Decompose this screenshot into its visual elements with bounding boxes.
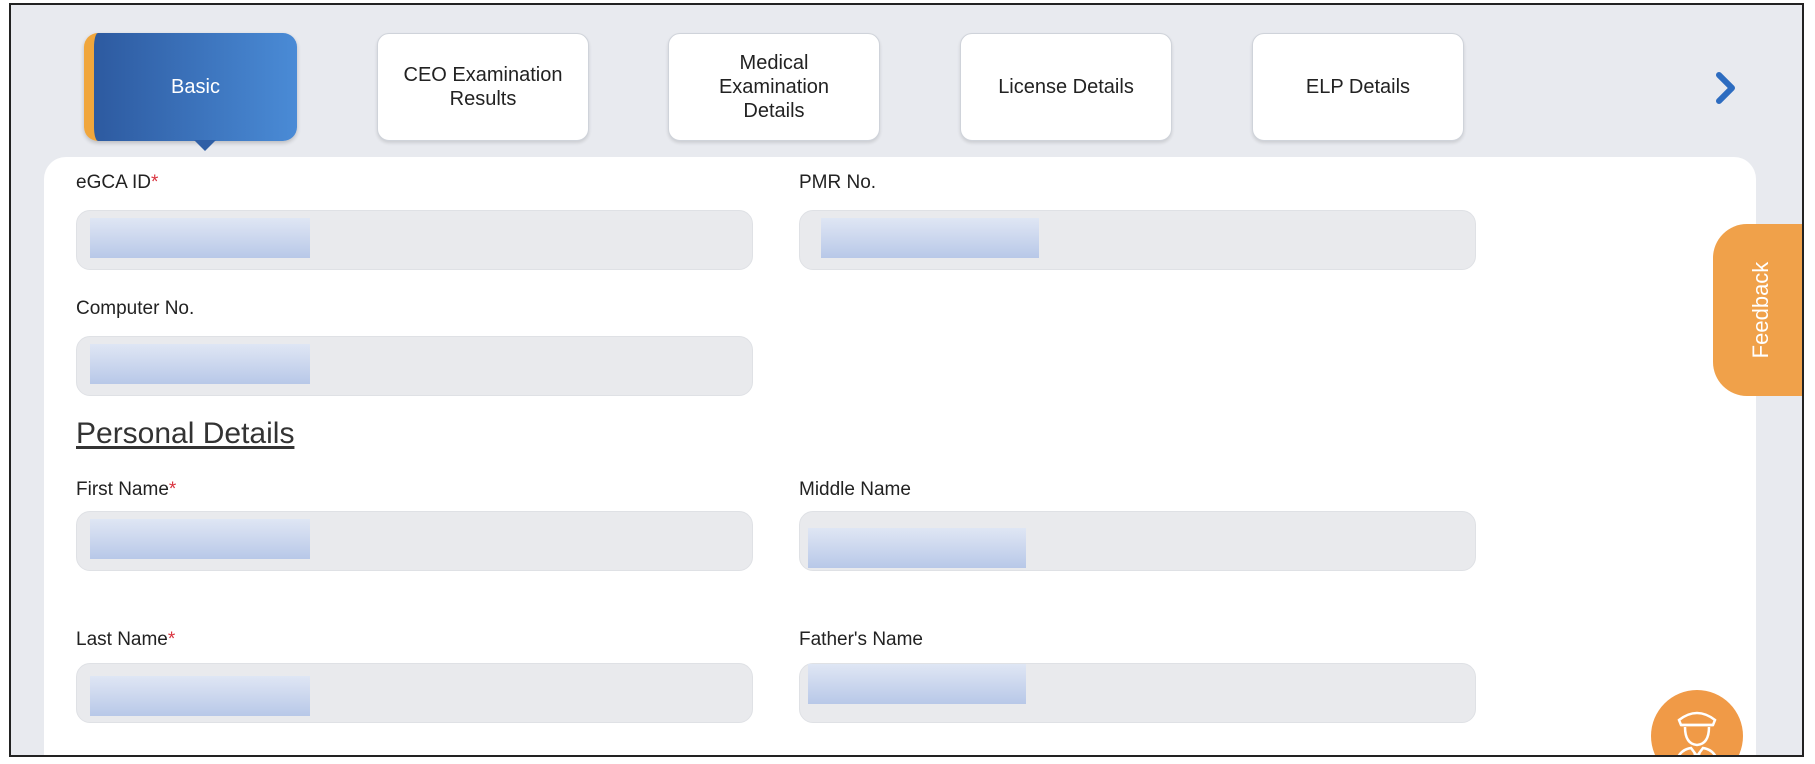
egca-id-field[interactable] (76, 210, 753, 270)
fathers-name-label: Father's Name (799, 629, 924, 650)
section-title-personal-details: Personal Details (76, 417, 295, 450)
first-name-value-redacted (90, 519, 310, 559)
tab-medical-examination-details[interactable]: Medical Examination Details (668, 33, 880, 141)
computer-no-field[interactable] (76, 336, 753, 396)
pmr-no-value-redacted (821, 218, 1039, 258)
first-name-field[interactable] (76, 511, 753, 571)
first-name-label: First Name* (76, 479, 177, 500)
middle-name-label: Middle Name (799, 479, 911, 500)
feedback-label: Feedback (1748, 261, 1773, 359)
chevron-right-icon[interactable] (1711, 70, 1739, 106)
pmr-no-field[interactable] (799, 210, 1476, 270)
egca-id-value-redacted (90, 218, 310, 258)
tab-elp-label: ELP Details (1305, 76, 1411, 98)
tab-ceo-examination-results[interactable]: CEO Examination Results (377, 33, 589, 141)
middle-name-field[interactable] (799, 511, 1476, 571)
computer-no-label: Computer No. (76, 298, 195, 319)
tab-license-details[interactable]: License Details (960, 33, 1172, 141)
tab-basic-label: Basic (171, 76, 220, 98)
tab-license-label: License Details (998, 76, 1134, 98)
middle-name-value-redacted (808, 528, 1026, 568)
last-name-label: Last Name* (76, 629, 176, 650)
pilot-icon-glyph (1677, 711, 1717, 755)
fathers-name-field[interactable] (799, 663, 1476, 723)
tab-basic[interactable]: Basic (84, 33, 297, 151)
app-frame: Basic CEO Examination Results Medical Ex… (9, 3, 1804, 757)
pmr-no-label: PMR No. (799, 172, 877, 193)
last-name-value-redacted (90, 676, 310, 716)
active-tab-caret (193, 140, 216, 151)
computer-no-value-redacted (90, 344, 310, 384)
tab-ceo-label: CEO Examination Results (403, 64, 563, 110)
egca-id-label: eGCA ID* (76, 172, 159, 193)
feedback-button[interactable]: Feedback (1713, 224, 1802, 396)
fathers-name-value-redacted (808, 664, 1026, 704)
tab-elp-details[interactable]: ELP Details (1252, 33, 1464, 141)
last-name-field[interactable] (76, 663, 753, 723)
tab-medical-label: Medical Examination Details (718, 52, 830, 122)
